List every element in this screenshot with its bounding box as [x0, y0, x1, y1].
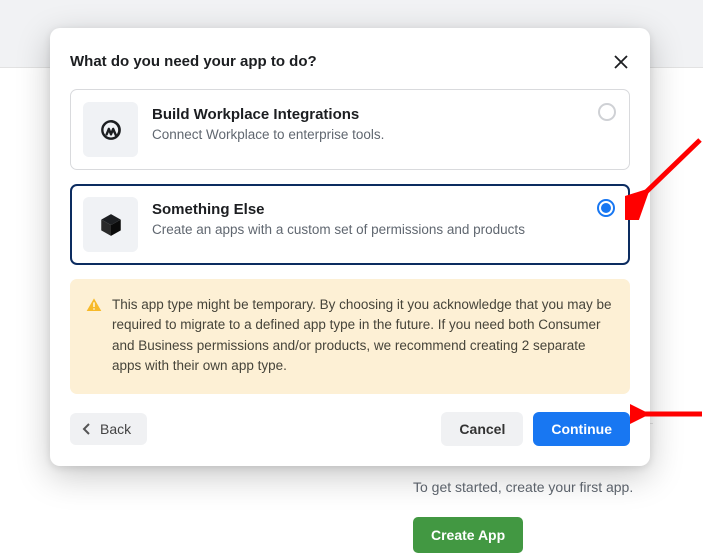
warning-banner: This app type might be temporary. By cho… — [70, 279, 630, 394]
back-button[interactable]: Back — [70, 413, 147, 445]
modal-title: What do you need your app to do? — [70, 53, 317, 70]
continue-button[interactable]: Continue — [533, 412, 630, 446]
right-buttons: Cancel Continue — [441, 412, 630, 446]
close-icon — [613, 54, 629, 70]
modal-header: What do you need your app to do? — [70, 53, 630, 71]
option-text: Something Else Create an apps with a cus… — [152, 197, 615, 239]
chevron-left-icon — [82, 423, 92, 435]
app-type-modal: What do you need your app to do? Build W… — [50, 28, 650, 466]
close-button[interactable] — [612, 53, 630, 71]
option-workplace-integrations[interactable]: Build Workplace Integrations Connect Wor… — [70, 89, 630, 170]
option-text: Build Workplace Integrations Connect Wor… — [152, 102, 615, 144]
radio-selected[interactable] — [597, 199, 615, 217]
back-label: Back — [100, 421, 131, 437]
radio-unselected[interactable] — [598, 103, 616, 121]
option-title: Something Else — [152, 201, 615, 218]
cancel-button[interactable]: Cancel — [441, 412, 523, 446]
get-started-text: To get started, create your first app. — [413, 479, 653, 495]
modal-footer: Back Cancel Continue — [70, 412, 630, 446]
warning-icon — [86, 297, 102, 376]
option-title: Build Workplace Integrations — [152, 106, 615, 123]
option-description: Create an apps with a custom set of perm… — [152, 221, 615, 239]
warning-text: This app type might be temporary. By cho… — [112, 295, 612, 376]
workplace-icon — [83, 102, 138, 157]
cube-icon — [83, 197, 138, 252]
option-something-else[interactable]: Something Else Create an apps with a cus… — [70, 184, 630, 265]
option-description: Connect Workplace to enterprise tools. — [152, 126, 615, 144]
create-app-button[interactable]: Create App — [413, 517, 523, 553]
